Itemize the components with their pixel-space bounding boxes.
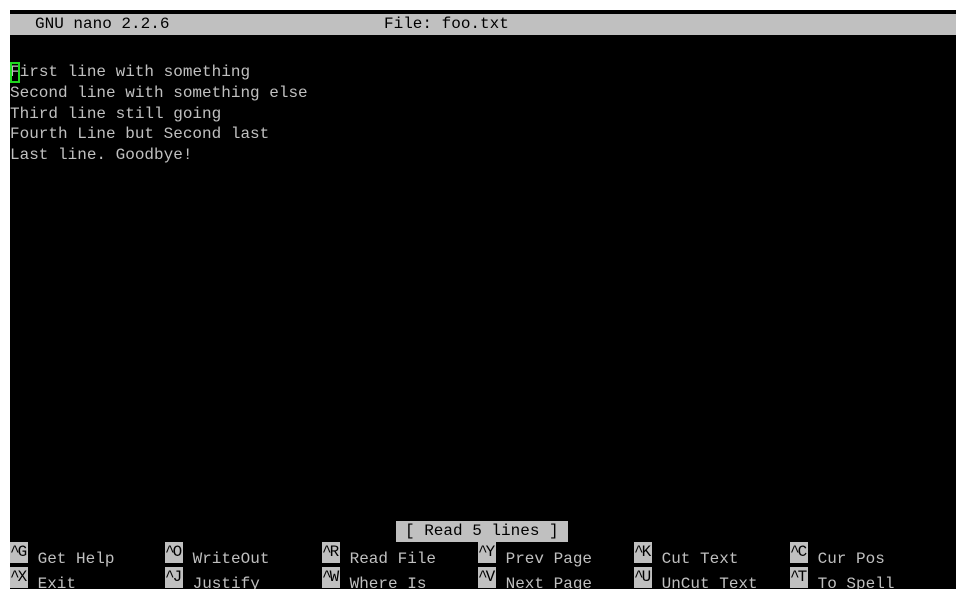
shortcut-label: WriteOut xyxy=(183,549,270,568)
app-version: GNU nano 2.2.6 xyxy=(35,15,170,33)
shortcut-key: ^Y xyxy=(478,542,496,563)
editor-line-text: irst line with something xyxy=(19,63,251,81)
shortcut-label: To Spell xyxy=(808,574,895,589)
shortcut-exit[interactable]: ^X Exit xyxy=(10,567,77,589)
shortcut-key: ^K xyxy=(634,542,652,563)
shortcut-key: ^V xyxy=(478,567,496,588)
shortcut-key: ^R xyxy=(322,542,340,563)
shortcut-label: Next Page xyxy=(496,574,593,589)
editor-area[interactable]: First line with something Second line wi… xyxy=(10,62,956,166)
editor-line[interactable]: Third line still going xyxy=(10,104,956,125)
shortcut-writeout[interactable]: ^O WriteOut xyxy=(165,542,269,568)
editor-line[interactable]: Fourth Line but Second last xyxy=(10,124,956,145)
shortcut-key: ^J xyxy=(165,567,183,588)
shortcut-cut-text[interactable]: ^K Cut Text xyxy=(634,542,738,568)
terminal-window[interactable]: GNU nano 2.2.6 File: foo.txt First line … xyxy=(10,10,956,589)
shortcut-uncut-text[interactable]: ^U UnCut Text xyxy=(634,567,758,589)
file-name: File: foo.txt xyxy=(384,15,509,33)
shortcut-label: Where Is xyxy=(340,574,427,589)
text-cursor: F xyxy=(10,62,20,83)
editor-line[interactable]: First line with something xyxy=(10,62,956,83)
shortcut-label: Justify xyxy=(183,574,260,589)
shortcut-next-page[interactable]: ^V Next Page xyxy=(478,567,593,589)
shortcut-label: Read File xyxy=(340,549,437,568)
status-message: [ Read 5 lines ] xyxy=(396,521,568,542)
shortcut-key: ^O xyxy=(165,542,183,563)
shortcut-label: Exit xyxy=(28,574,77,589)
shortcut-key: ^G xyxy=(10,542,28,563)
shortcut-label: UnCut Text xyxy=(652,574,758,589)
title-bar: GNU nano 2.2.6 File: foo.txt xyxy=(10,14,956,35)
shortcut-get-help[interactable]: ^G Get Help xyxy=(10,542,114,568)
shortcut-read-file[interactable]: ^R Read File xyxy=(322,542,436,568)
shortcut-key: ^X xyxy=(10,567,28,588)
shortcut-key: ^U xyxy=(634,567,652,588)
shortcut-bar: ^G Get Help ^O WriteOut ^R Read File ^Y … xyxy=(10,542,956,589)
shortcut-label: Prev Page xyxy=(496,549,593,568)
shortcut-key: ^T xyxy=(790,567,808,588)
shortcut-key: ^W xyxy=(322,567,340,588)
shortcut-justify[interactable]: ^J Justify xyxy=(165,567,260,589)
shortcut-to-spell[interactable]: ^T To Spell xyxy=(790,567,895,589)
editor-line[interactable]: Second line with something else xyxy=(10,83,956,104)
shortcut-label: Get Help xyxy=(28,549,115,568)
shortcut-label: Cut Text xyxy=(652,549,739,568)
shortcut-label: Cur Pos xyxy=(808,549,885,568)
shortcut-prev-page[interactable]: ^Y Prev Page xyxy=(478,542,592,568)
editor-line[interactable]: Last line. Goodbye! xyxy=(10,145,956,166)
shortcut-key: ^C xyxy=(790,542,808,563)
shortcut-cur-pos[interactable]: ^C Cur Pos xyxy=(790,542,885,568)
shortcut-where-is[interactable]: ^W Where Is xyxy=(322,567,427,589)
